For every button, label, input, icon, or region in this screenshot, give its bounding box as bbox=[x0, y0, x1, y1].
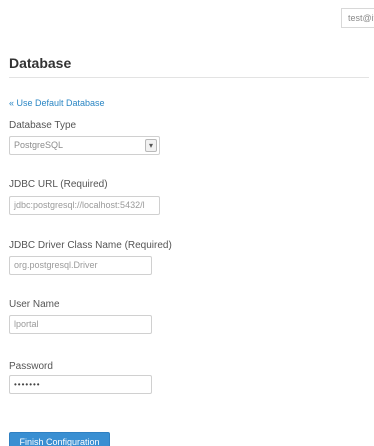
password-input[interactable]: ••••••• bbox=[9, 375, 152, 394]
password-label: Password bbox=[9, 361, 53, 372]
database-type-select[interactable]: PostgreSQL ▾ bbox=[9, 136, 160, 155]
finish-configuration-button[interactable]: Finish Configuration bbox=[9, 432, 110, 446]
password-mask: ••••••• bbox=[14, 380, 41, 389]
database-type-label: Database Type bbox=[9, 120, 77, 131]
user-account-link[interactable]: test@iten bbox=[341, 8, 374, 28]
driver-class-input[interactable]: org.postgresql.Driver bbox=[9, 256, 152, 275]
user-name-label: User Name bbox=[9, 299, 60, 310]
chevron-down-icon[interactable]: ▾ bbox=[145, 139, 157, 152]
user-name-input[interactable]: lportal bbox=[9, 315, 152, 334]
jdbc-url-input[interactable]: jdbc:postgresql://localhost:5432/l bbox=[9, 196, 160, 215]
database-type-value: PostgreSQL bbox=[14, 140, 64, 150]
page-title: Database bbox=[9, 55, 72, 71]
driver-class-label: JDBC Driver Class Name (Required) bbox=[9, 240, 172, 251]
title-divider bbox=[9, 77, 369, 78]
jdbc-url-label: JDBC URL (Required) bbox=[9, 179, 108, 190]
use-default-database-link[interactable]: « Use Default Database bbox=[9, 98, 105, 108]
